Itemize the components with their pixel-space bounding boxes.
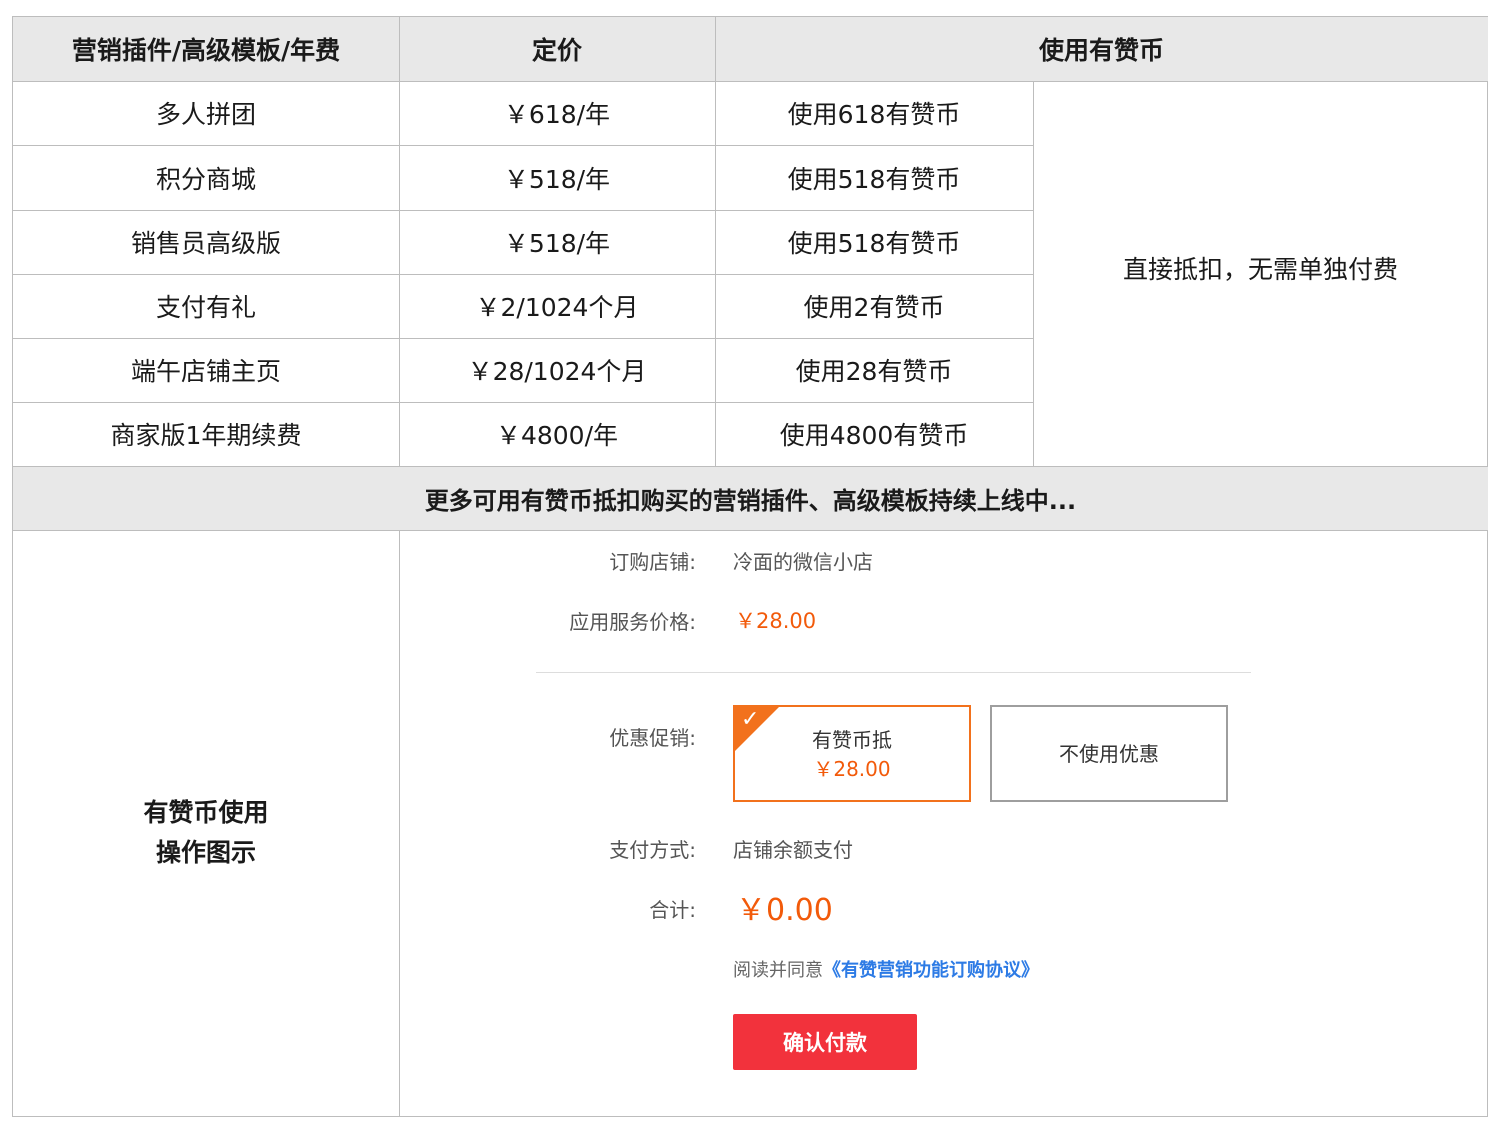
divider	[13, 274, 1033, 275]
pay-method-label: 支付方式:	[609, 838, 696, 862]
divider	[1033, 81, 1034, 466]
table-row-name: 端午店铺主页	[130, 357, 281, 386]
header-price: 定价	[399, 17, 715, 81]
table-row-coins: 使用4800有赞币	[779, 421, 969, 450]
table-row-coins: 使用518有赞币	[787, 229, 961, 258]
table-row-name: 销售员高级版	[130, 229, 281, 258]
demo-label: 有赞币使用 操作图示	[13, 530, 399, 1116]
divider	[13, 530, 1488, 531]
agreement-link[interactable]: 《有赞营销功能订购协议》	[823, 960, 1039, 981]
table-row-coins: 使用28有赞币	[795, 357, 953, 386]
service-price-value: ￥28.00	[735, 609, 817, 633]
table-row-name: 积分商城	[155, 164, 256, 194]
header-plugin: 营销插件/高级模板/年费	[13, 17, 399, 81]
merged-deduction-note: 直接抵扣，无需单独付费	[1122, 254, 1398, 284]
shop-label: 订购店铺:	[609, 550, 696, 574]
demo-label-line2: 操作图示	[155, 838, 256, 867]
promo-option-coins-title: 有赞币抵	[812, 727, 892, 752]
table-row-price: ￥4800/年	[495, 421, 619, 450]
demo-label-line1: 有赞币使用	[143, 798, 269, 827]
total-value: ￥0.00	[736, 893, 833, 928]
table-row-price: ￥2/1024个月	[475, 293, 639, 322]
more-plugins-banner: 更多可用有赞币抵扣购买的营销插件、高级模板持续上线中...	[13, 466, 1488, 530]
divider	[13, 81, 1488, 82]
promo-option-none-title: 不使用优惠	[1059, 741, 1159, 766]
table-row-name: 多人拼团	[155, 100, 256, 129]
service-price-label: 应用服务价格:	[569, 610, 696, 634]
header-coins: 使用有赞币	[715, 17, 1488, 81]
divider	[399, 530, 400, 1116]
table-row-coins: 使用618有赞币	[787, 100, 961, 129]
confirm-payment-button[interactable]: 确认付款	[733, 1014, 917, 1070]
table-row-name: 商家版1年期续费	[110, 421, 302, 450]
check-icon: ✓	[741, 707, 760, 732]
table-row-price: ￥518/年	[503, 229, 611, 258]
table-row-name: 支付有礼	[155, 293, 256, 322]
divider	[13, 145, 1033, 146]
pay-method-value: 店铺余额支付	[733, 838, 853, 862]
table-row-price: ￥518/年	[503, 164, 611, 194]
table-row-coins: 使用2有赞币	[803, 293, 945, 322]
divider	[13, 338, 1033, 339]
promo-option-coins[interactable]: ✓ 有赞币抵 ￥28.00	[733, 705, 971, 802]
divider	[399, 17, 400, 466]
table-row-coins: 使用518有赞币	[787, 164, 961, 194]
promo-option-coins-amount: ￥28.00	[813, 756, 891, 781]
promo-label: 优惠促销:	[609, 726, 696, 750]
agreement: 阅读并同意《有赞营销功能订购协议》	[733, 956, 1039, 982]
shop-value: 冷面的微信小店	[733, 550, 873, 574]
agreement-prefix: 阅读并同意	[733, 960, 823, 981]
section-divider	[536, 672, 1251, 673]
divider	[13, 210, 1033, 211]
promo-option-none[interactable]: 不使用优惠	[990, 705, 1228, 802]
divider	[715, 17, 716, 466]
total-label: 合计:	[649, 898, 696, 922]
table-row-price: ￥618/年	[503, 100, 611, 129]
table-row-price: ￥28/1024个月	[467, 357, 647, 386]
divider	[13, 402, 1033, 403]
divider	[13, 466, 1488, 467]
